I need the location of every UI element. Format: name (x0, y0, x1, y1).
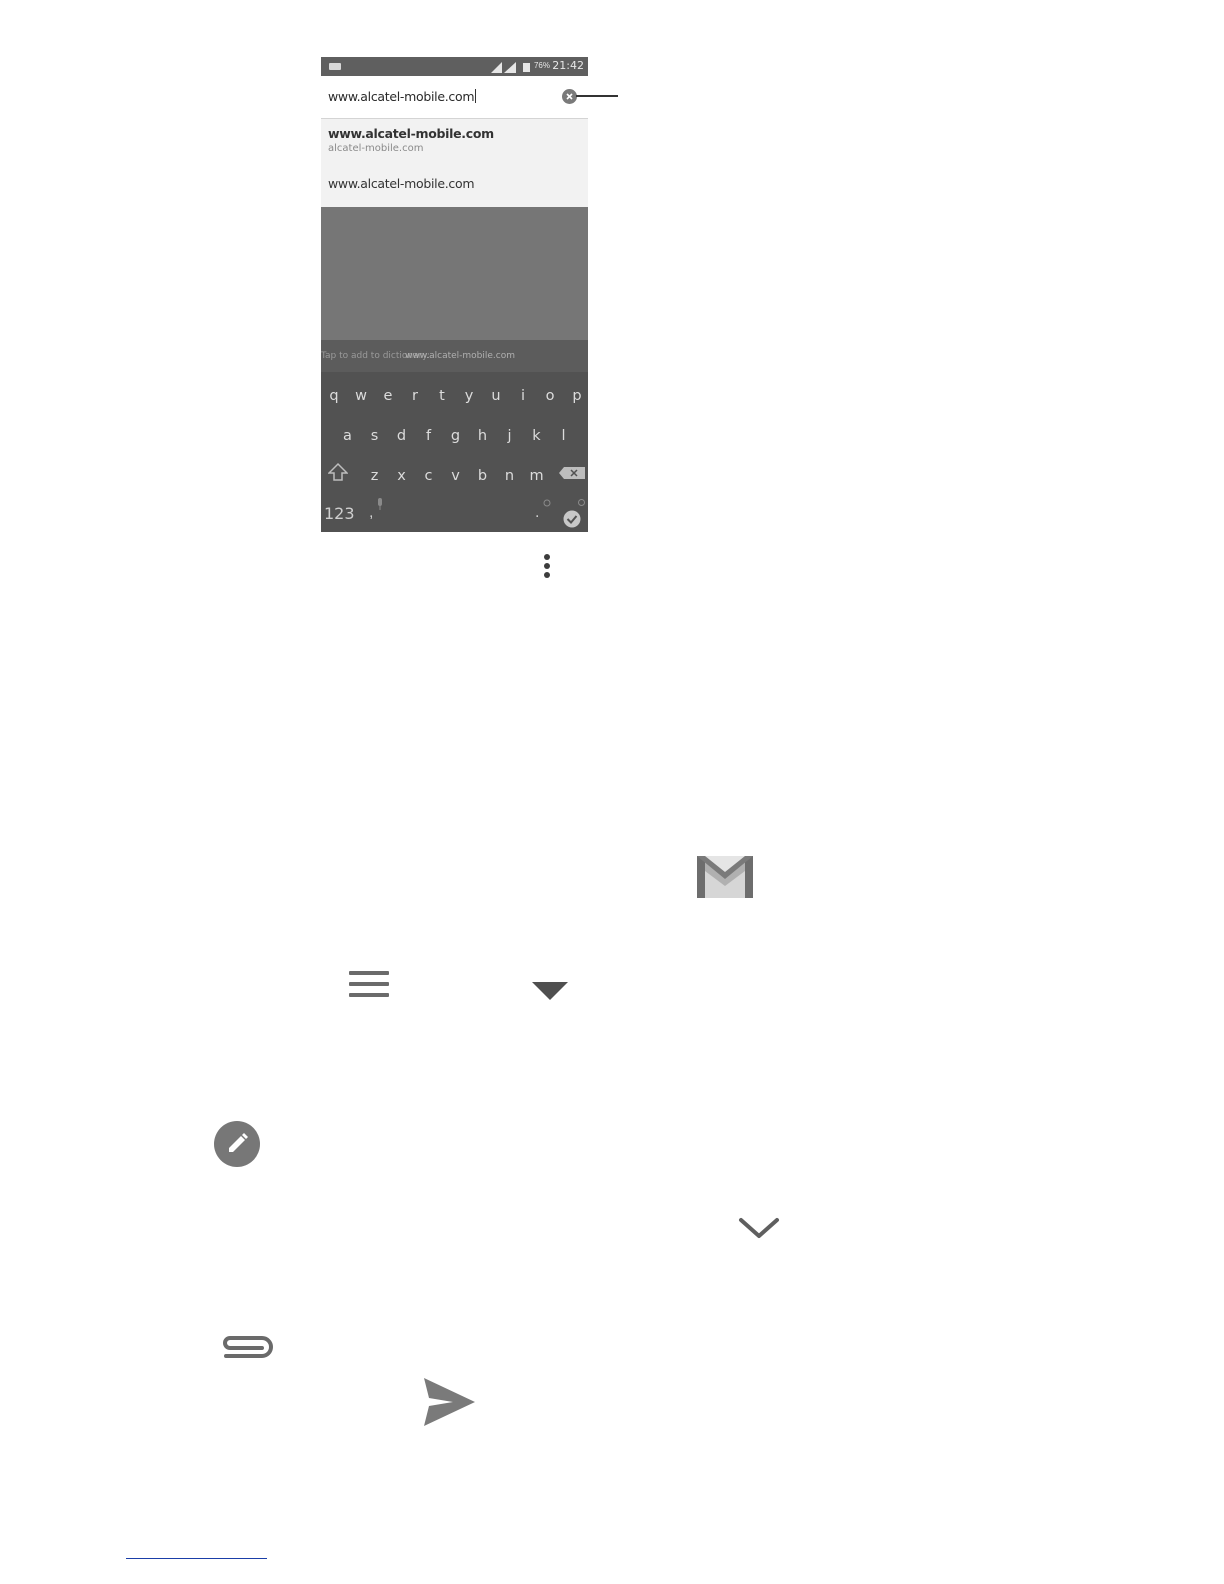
comma-key[interactable]: , (369, 504, 373, 522)
url-suggestions: www.alcatel-mobile.com alcatel-mobile.co… (321, 119, 588, 207)
period-key[interactable]: . (535, 504, 539, 522)
numbers-key[interactable]: 123 (324, 504, 355, 523)
soft-keyboard: Tap to add to dictionary: www.alcatel-mo… (321, 340, 588, 532)
key-c[interactable]: c (419, 468, 439, 484)
footnote-rule (126, 1558, 267, 1559)
key-m[interactable]: m (527, 468, 547, 484)
status-bar: 76% 21:42 (321, 57, 588, 76)
phone-screenshot: 76% 21:42 www.alcatel-mobile.com www.alc… (321, 57, 588, 532)
keyboard-notification-icon (329, 63, 341, 70)
shift-key[interactable] (328, 462, 348, 482)
attach-clip-icon (223, 1336, 273, 1358)
emoji-hint-icon (543, 499, 551, 507)
key-x[interactable]: x (392, 468, 412, 484)
key-f[interactable]: f (419, 428, 439, 444)
key-e[interactable]: e (378, 388, 398, 404)
battery-icon (523, 63, 530, 72)
send-icon (424, 1378, 475, 1426)
backspace-key[interactable] (559, 467, 585, 479)
key-h[interactable]: h (473, 428, 493, 444)
signal-icon (491, 62, 516, 73)
suggestion-title[interactable]: www.alcatel-mobile.com (328, 126, 494, 141)
callout-line (576, 95, 618, 97)
gmail-icon (697, 856, 753, 898)
suggestion-subtitle: alcatel-mobile.com (328, 143, 424, 154)
compose-pencil-icon (214, 1121, 260, 1167)
hamburger-menu-icon (349, 971, 389, 999)
key-z[interactable]: z (365, 468, 385, 484)
key-p[interactable]: p (567, 388, 587, 404)
close-icon (566, 93, 573, 100)
key-r[interactable]: r (405, 388, 425, 404)
key-u[interactable]: u (486, 388, 506, 404)
url-bar[interactable]: www.alcatel-mobile.com (321, 76, 588, 119)
key-j[interactable]: j (500, 428, 520, 444)
key-k[interactable]: k (527, 428, 547, 444)
key-l[interactable]: l (554, 428, 574, 444)
key-a[interactable]: a (338, 428, 358, 444)
key-v[interactable]: v (446, 468, 466, 484)
suggestion-title[interactable]: www.alcatel-mobile.com (328, 176, 475, 191)
key-d[interactable]: d (392, 428, 412, 444)
settings-hint-icon (578, 499, 585, 506)
key-w[interactable]: w (351, 388, 371, 404)
clock: 21:42 (552, 59, 584, 72)
key-g[interactable]: g (446, 428, 466, 444)
key-i[interactable]: i (513, 388, 533, 404)
more-vert-icon (542, 554, 552, 582)
key-q[interactable]: q (324, 388, 344, 404)
chevron-down-icon (739, 1218, 779, 1238)
key-y[interactable]: y (459, 388, 479, 404)
done-key[interactable] (563, 510, 581, 528)
key-b[interactable]: b (473, 468, 493, 484)
key-n[interactable]: n (500, 468, 520, 484)
key-o[interactable]: o (540, 388, 560, 404)
dropdown-triangle-icon (532, 982, 568, 1000)
mic-icon[interactable] (376, 498, 384, 510)
key-t[interactable]: t (432, 388, 452, 404)
url-input[interactable]: www.alcatel-mobile.com (328, 89, 476, 104)
key-s[interactable]: s (365, 428, 385, 444)
clear-url-button[interactable] (562, 89, 577, 104)
suggestion-word[interactable]: www.alcatel-mobile.com (405, 351, 515, 361)
keyboard-suggestion-strip[interactable]: Tap to add to dictionary: www.alcatel-mo… (321, 340, 588, 372)
battery-percent: 76% (533, 61, 550, 70)
